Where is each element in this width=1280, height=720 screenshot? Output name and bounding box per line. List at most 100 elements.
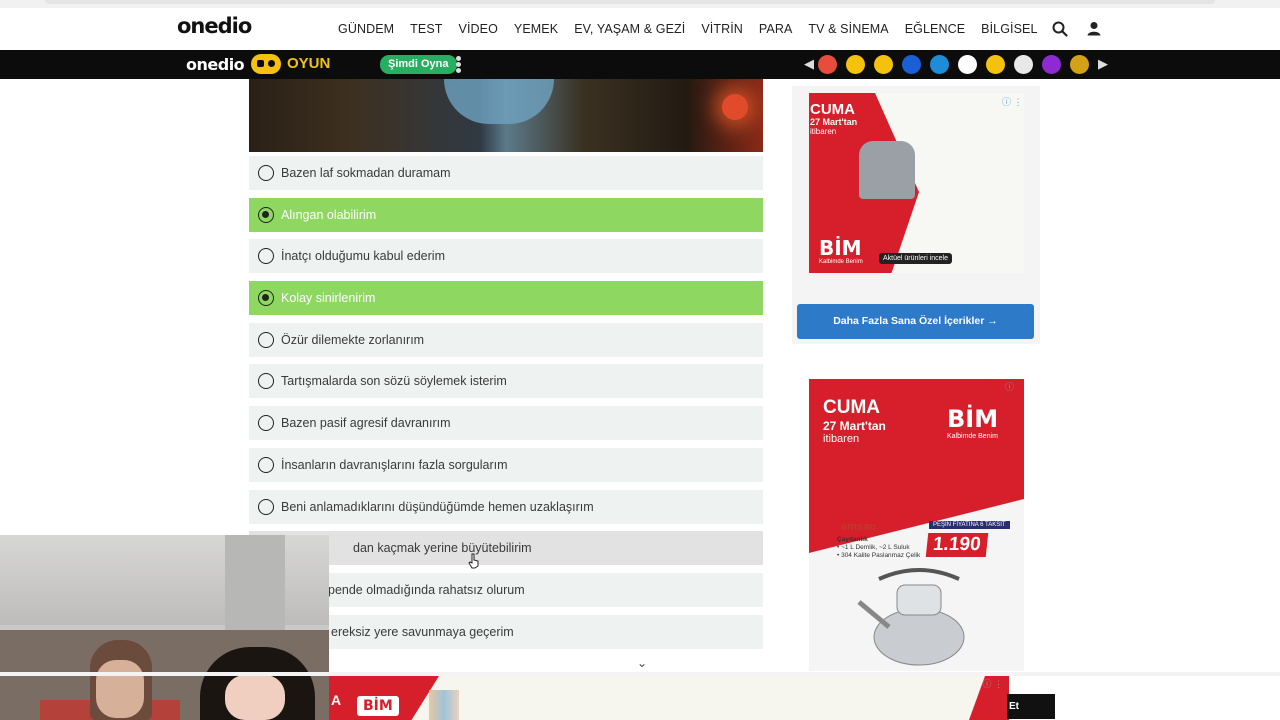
sweater-image (859, 141, 915, 199)
quiz-option-label: İnsanların davranışlarını fazla sorgular… (281, 457, 508, 472)
nav-eglence[interactable]: EĞLENCE (905, 22, 965, 36)
more-content-button[interactable]: Daha Fazla Sana Özel İçerikler → (797, 304, 1034, 339)
quiz-option-label: Özür dilemekte zorlanırım (281, 332, 425, 347)
game-icon[interactable] (1042, 55, 1061, 74)
browser-top-strip (0, 0, 1280, 8)
arrow-right-icon: → (987, 315, 998, 327)
chevron-right-icon[interactable]: ▶ (1098, 56, 1108, 72)
game-icon[interactable] (846, 55, 865, 74)
quiz-image (249, 79, 763, 152)
quiz-option-label: Tartışmalarda son sözü söylemek isterim (281, 374, 507, 389)
ad-info-icon[interactable]: ⓘ (1005, 380, 1014, 393)
price-badge: 1.190 (925, 533, 988, 557)
sidebar-ad-top[interactable]: CUMA 27 Mart'tan itibaren BİM Kalbimde B… (809, 93, 1024, 273)
radio-icon (258, 498, 274, 515)
quiz-option-selected[interactable]: Kolay sinirlenirim (249, 281, 763, 316)
radio-checked-icon (258, 290, 274, 307)
quiz-option-label: Bazen laf sokmadan duramam (281, 166, 451, 180)
main-nav: GÜNDEM TEST VİDEO YEMEK EV, YAŞAM & GEZİ… (338, 22, 1054, 36)
quiz-option[interactable]: Özür dilemekte zorlanırım (249, 322, 763, 357)
ad-info-icon[interactable]: ⓘ ⋮ (982, 677, 1003, 690)
nav-vitrin[interactable]: VİTRİN (701, 22, 743, 36)
ad-headline: CUMA (823, 397, 880, 418)
spec-line: • 304 Kalite Paslanmaz Çelik (837, 552, 921, 559)
ad-headline: CUMA (810, 101, 855, 118)
quiz-option-label: Beni anlamadıklarını düşündüğümde hemen … (281, 499, 594, 514)
bottom-ad-button[interactable]: Et (1007, 694, 1055, 719)
ad-date: 27 Mart'tan (823, 419, 886, 433)
bim-tagline: Kalbimde Benim (947, 433, 998, 440)
spec-line: Çaydanlık (837, 536, 868, 543)
nav-tv-sinema[interactable]: TV & SİNEMA (808, 22, 888, 36)
game-bar-title[interactable]: OYUN (287, 55, 330, 72)
installment-tag: PEŞİN FİYATINA 6 TAKSİT (929, 521, 1010, 529)
ad-cta[interactable]: Aktüel ürünleri incele (879, 253, 952, 264)
radio-icon (258, 456, 274, 473)
nav-gundem[interactable]: GÜNDEM (338, 22, 394, 36)
more-content-label: Daha Fazla Sana Özel İçerikler (833, 315, 985, 327)
radio-icon (258, 165, 274, 181)
quiz-option-label: Alıngan olabilirim (281, 207, 377, 222)
nav-video[interactable]: VİDEO (459, 22, 498, 36)
bottom-banner-ad[interactable]: A BİM ⓘ ⋮ (329, 676, 1009, 720)
game-icon[interactable] (902, 55, 921, 74)
bim-logo: BİM (947, 405, 999, 433)
ad-sub: itibaren (810, 127, 837, 136)
nav-yemek[interactable]: YEMEK (514, 22, 558, 36)
spec-line: • ~1 L Demlik, ~2 L Suluk (837, 544, 910, 551)
nav-test[interactable]: TEST (410, 22, 442, 36)
bim-logo: BİM (819, 236, 862, 260)
product-image (429, 690, 459, 720)
quiz-option-label: İnatçı olduğumu kabul ederim (281, 249, 445, 264)
product-brand: emsan (841, 521, 876, 533)
quiz-option[interactable]: Bazen laf sokmadan duramam (249, 156, 763, 190)
bim-logo: BİM (357, 696, 399, 716)
quiz-option[interactable]: İnsanların davranışlarını fazla sorgular… (249, 447, 763, 482)
nav-para[interactable]: PARA (759, 22, 793, 36)
radio-icon (258, 415, 274, 432)
game-icon[interactable] (1014, 55, 1033, 74)
teapot-image (857, 568, 965, 666)
radio-icon (258, 373, 274, 390)
quiz-option[interactable]: İnatçı olduğumu kabul ederim (249, 239, 763, 274)
game-bar: onedio OYUN Şimdi Oyna ◀ ▶ (0, 50, 1280, 79)
bottom-ad-text: A (331, 692, 342, 708)
quiz-option-label: dan kaçmak yerine büyütebilirim (353, 541, 532, 556)
webcam-overlay (0, 535, 329, 720)
game-icon[interactable] (818, 55, 837, 74)
quiz-option[interactable]: Beni anlamadıklarını düşündüğümde hemen … (249, 489, 763, 524)
site-logo[interactable]: onedio (177, 14, 252, 38)
quiz-option-label: pende olmadığında rahatsız olurum (328, 582, 525, 597)
quiz-option[interactable]: Tartışmalarda son sözü söylemek isterim (249, 364, 763, 399)
game-icon[interactable] (874, 55, 893, 74)
search-icon[interactable] (1051, 20, 1069, 38)
play-now-button[interactable]: Şimdi Oyna (380, 55, 457, 74)
hand-cursor-icon (468, 553, 479, 569)
chevron-down-icon[interactable]: ⌄ (632, 656, 652, 670)
quiz-option-label: ereksiz yere savunmaya geçerim (331, 624, 514, 639)
radio-checked-icon (258, 206, 274, 223)
nav-ev-yasam-gezi[interactable]: EV, YAŞAM & GEZİ (574, 22, 685, 36)
ad-date: 27 Mart'tan (810, 117, 858, 127)
ad-sub: itibaren (823, 433, 860, 445)
game-icon[interactable] (1070, 55, 1089, 74)
nav-bilgisel[interactable]: BİLGİSEL (981, 22, 1037, 36)
site-header: onedio GÜNDEM TEST VİDEO YEMEK EV, YAŞAM… (0, 8, 1280, 50)
quiz-option-selected[interactable]: Alıngan olabilirim (249, 197, 763, 232)
game-icon[interactable] (958, 55, 977, 74)
game-icon[interactable] (930, 55, 949, 74)
user-icon[interactable] (1085, 20, 1103, 38)
product-specs: Çaydanlık • ~1 L Demlik, ~2 L Suluk • 30… (837, 536, 920, 560)
chevron-left-icon[interactable]: ◀ (804, 56, 814, 72)
gamepad-icon (251, 54, 281, 74)
game-icon[interactable] (986, 55, 1005, 74)
more-vertical-icon[interactable] (456, 56, 461, 74)
quiz-option[interactable]: Bazen pasif agresif davranırım (249, 406, 763, 441)
quiz-option-label: Bazen pasif agresif davranırım (281, 416, 451, 431)
bim-tagline: Kalbimde Benim (819, 259, 863, 265)
game-bar-logo[interactable]: onedio (186, 55, 245, 74)
radio-icon (258, 331, 274, 348)
sidebar-ad-bottom[interactable]: CUMA 27 Mart'tan itibaren BİM Kalbimde B… (809, 379, 1024, 671)
quiz-option-label: Kolay sinirlenirim (281, 291, 376, 306)
ad-info-icon[interactable]: ⓘ ⋮ (1002, 95, 1023, 108)
